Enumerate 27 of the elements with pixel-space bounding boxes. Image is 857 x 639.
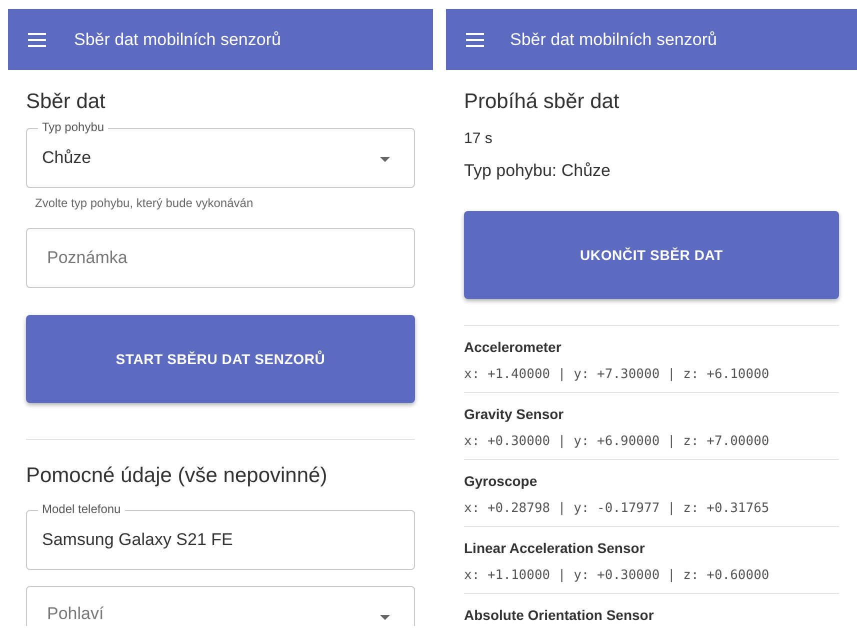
sensor-name: Gravity Sensor [464, 406, 565, 422]
sensor-name: Accelerometer [464, 339, 562, 355]
field-label: Model telefonu [38, 502, 125, 516]
app-title: Sběr dat mobilních senzorů [74, 30, 281, 50]
sensor-values: x: +1.10000 | y: +0.30000 | z: +0.60000 [464, 568, 770, 583]
gender-select[interactable]: Pohlaví [26, 586, 415, 626]
note-field[interactable]: Poznámka [26, 228, 415, 288]
section-heading: Pomocné údaje (vše nepovinné) [26, 464, 328, 488]
caret-icon [380, 157, 390, 162]
sensor-name: Absolute Orientation Sensor [464, 607, 655, 623]
sensor-name: Linear Acceleration Sensor [464, 540, 646, 556]
caret-icon [380, 615, 390, 620]
movement-type: Typ pohybu: Chůze [464, 161, 612, 181]
elapsed-time: 17 s [464, 130, 494, 147]
screen-heading: Sběr dat [26, 90, 106, 114]
sensor-values: x: +0.30000 | y: +6.90000 | z: +7.00000 [464, 434, 770, 449]
stop-button[interactable]: UKONČIT SBĚR DAT [464, 211, 839, 299]
menu-icon[interactable] [466, 32, 484, 46]
app-title: Sběr dat mobilních senzorů [510, 30, 717, 50]
helper-text: Zvolte typ pohybu, který bude vykonáván [35, 196, 254, 210]
sensor-values: x: +0.28798 | y: -0.17977 | z: +0.31765 [464, 501, 770, 516]
menu-icon[interactable] [28, 32, 46, 46]
sensor-name: Gyroscope [464, 473, 538, 489]
start-button[interactable]: START SBĚRU DAT SENZORŮ [26, 315, 415, 403]
screen-heading: Probíhá sběr dat [464, 90, 620, 114]
field-label: Typ pohybu [38, 120, 108, 134]
sensor-values: x: +1.40000 | y: +7.30000 | z: +6.10000 [464, 367, 770, 382]
